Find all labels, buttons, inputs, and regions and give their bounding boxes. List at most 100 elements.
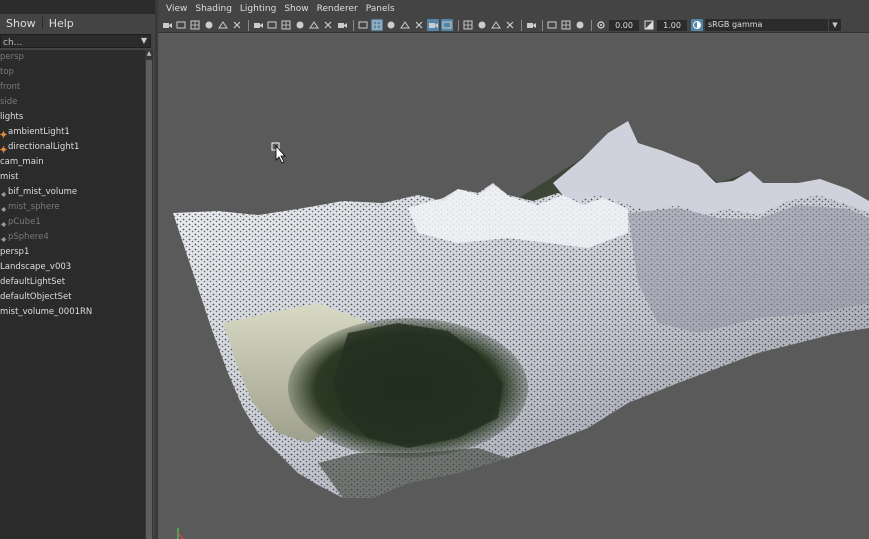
outliner-title-strip [0,0,155,14]
film-gate-icon[interactable] [266,19,278,31]
outliner-item[interactable]: bif_mist_volume [0,185,145,200]
grease-pencil-icon[interactable] [231,19,243,31]
menu-shading[interactable]: Shading [191,4,236,14]
outliner-item[interactable]: mist_volume_0001RN [0,305,145,320]
shadows-icon[interactable] [441,19,453,31]
color-space-dropdown[interactable]: sRGB gamma [705,19,828,31]
chevron-down-icon[interactable]: ▼ [141,36,147,45]
screen-space-ao-icon[interactable] [462,19,474,31]
outliner-item[interactable]: Landscape_v003 [0,260,145,275]
outliner-item[interactable]: pSphere4 [0,230,145,245]
isolate-select-icon[interactable] [525,19,537,31]
field-chart-icon[interactable] [308,19,320,31]
outliner-item[interactable]: defaultLightSet [0,275,145,290]
outliner-item[interactable]: persp1 [0,245,145,260]
outliner-item-label: mist_sphere [8,202,60,212]
camera-select-icon[interactable] [161,19,173,31]
image-plane-icon[interactable] [203,19,215,31]
smooth-shade-icon[interactable] [371,19,383,31]
outliner-item[interactable]: mist [0,170,145,185]
menu-view[interactable]: View [162,4,191,14]
gamma-field[interactable]: 1.00 [657,19,687,31]
menu-show[interactable]: Show [0,17,42,30]
outliner-item-label: defaultLightSet [0,277,66,287]
use-default-material-icon[interactable] [385,19,397,31]
outliner-panel: Show Help ▼ persp top front side lights ambie… [0,0,155,539]
toolbar-divider [591,19,592,31]
scroll-up-arrow-icon[interactable]: ▲ [145,50,153,58]
outliner-item[interactable]: defaultObjectSet [0,290,145,305]
terrain-mesh[interactable] [173,121,869,498]
outliner-item[interactable]: lights [0,110,145,125]
expand-icon [0,204,7,212]
toolbar-divider [248,19,249,31]
mouse-cursor-icon [271,142,286,164]
wireframe-icon[interactable] [357,19,369,31]
viewport-toolbar: 0.00 1.00 sRGB gamma ▼ [158,18,869,32]
outliner-search-field[interactable]: ▼ [0,34,151,49]
xray-joints-icon[interactable] [574,19,586,31]
outliner-search-input[interactable] [1,37,131,49]
gate-mask-icon[interactable] [294,19,306,31]
camera-attributes-icon[interactable] [175,19,187,31]
grid-icon[interactable] [252,19,264,31]
gamma-icon[interactable] [643,19,655,31]
menu-lighting[interactable]: Lighting [236,4,280,14]
toolbar-icon-groups [161,19,595,31]
outliner-scrollbar[interactable]: ▲ [145,50,153,539]
outliner-item-label: Landscape_v003 [0,262,72,272]
outliner-item[interactable]: top [0,65,145,80]
expand-icon [0,219,7,227]
safe-action-icon[interactable] [322,19,334,31]
chevron-down-icon[interactable]: ▼ [829,19,841,31]
outliner-item-label: mist_volume_0001RN [0,307,93,317]
toolbar-divider [353,19,354,31]
outliner-item-label: ambientLight1 [8,127,70,137]
outliner-item-label: side [0,97,18,107]
3d-viewport[interactable] [158,32,869,539]
xray-icon[interactable] [546,19,558,31]
motion-blur-icon[interactable] [476,19,488,31]
outliner-item-label: bif_mist_volume [8,187,78,197]
menu-help[interactable]: Help [43,17,80,30]
outliner-item[interactable]: directionalLight1 [0,140,145,155]
outliner-item-label: pSphere4 [8,232,49,242]
outliner-item[interactable]: side [0,95,145,110]
toolbar-divider [521,19,522,31]
multisample-aa-icon[interactable] [490,19,502,31]
outliner-item-label: top [0,67,14,77]
resolution-gate-icon[interactable] [280,19,292,31]
outliner-item-label: lights [0,112,24,122]
use-all-lights-icon[interactable] [427,19,439,31]
xray-active-components-icon[interactable] [560,19,572,31]
outliner-item[interactable]: ambientLight1 [0,125,145,140]
scrollbar-thumb[interactable] [146,60,152,539]
color-management-icon[interactable] [691,19,703,31]
outliner-item-label: cam_main [0,157,44,167]
light-icon [0,129,7,138]
depth-of-field-icon[interactable] [504,19,516,31]
outliner-item[interactable]: persp [0,50,145,65]
2d-pan-zoom-icon[interactable] [217,19,229,31]
toolbar-divider [458,19,459,31]
menu-panels[interactable]: Panels [362,4,399,14]
exposure-icon[interactable] [595,19,607,31]
safe-title-icon[interactable] [336,19,348,31]
outliner-item[interactable]: mist_sphere [0,200,145,215]
outliner-item-label: directionalLight1 [8,142,80,152]
light-icon [0,144,7,153]
wireframe-on-shaded-icon[interactable] [399,19,411,31]
outliner-list: persp top front side lights ambientLight1 dire… [0,50,145,539]
bookmark-icon[interactable] [189,19,201,31]
outliner-item-label: defaultObjectSet [0,292,72,302]
outliner-item[interactable]: pCube1 [0,215,145,230]
outliner-item[interactable]: front [0,80,145,95]
exposure-field[interactable]: 0.00 [609,19,639,31]
textured-icon[interactable] [413,19,425,31]
outliner-item[interactable]: cam_main [0,155,145,170]
axis-gizmo [177,528,185,539]
menu-show[interactable]: Show [280,4,312,14]
menu-renderer[interactable]: Renderer [313,4,362,14]
viewport-canvas[interactable] [158,33,869,539]
outliner-menu-bar: Show Help [0,14,155,32]
